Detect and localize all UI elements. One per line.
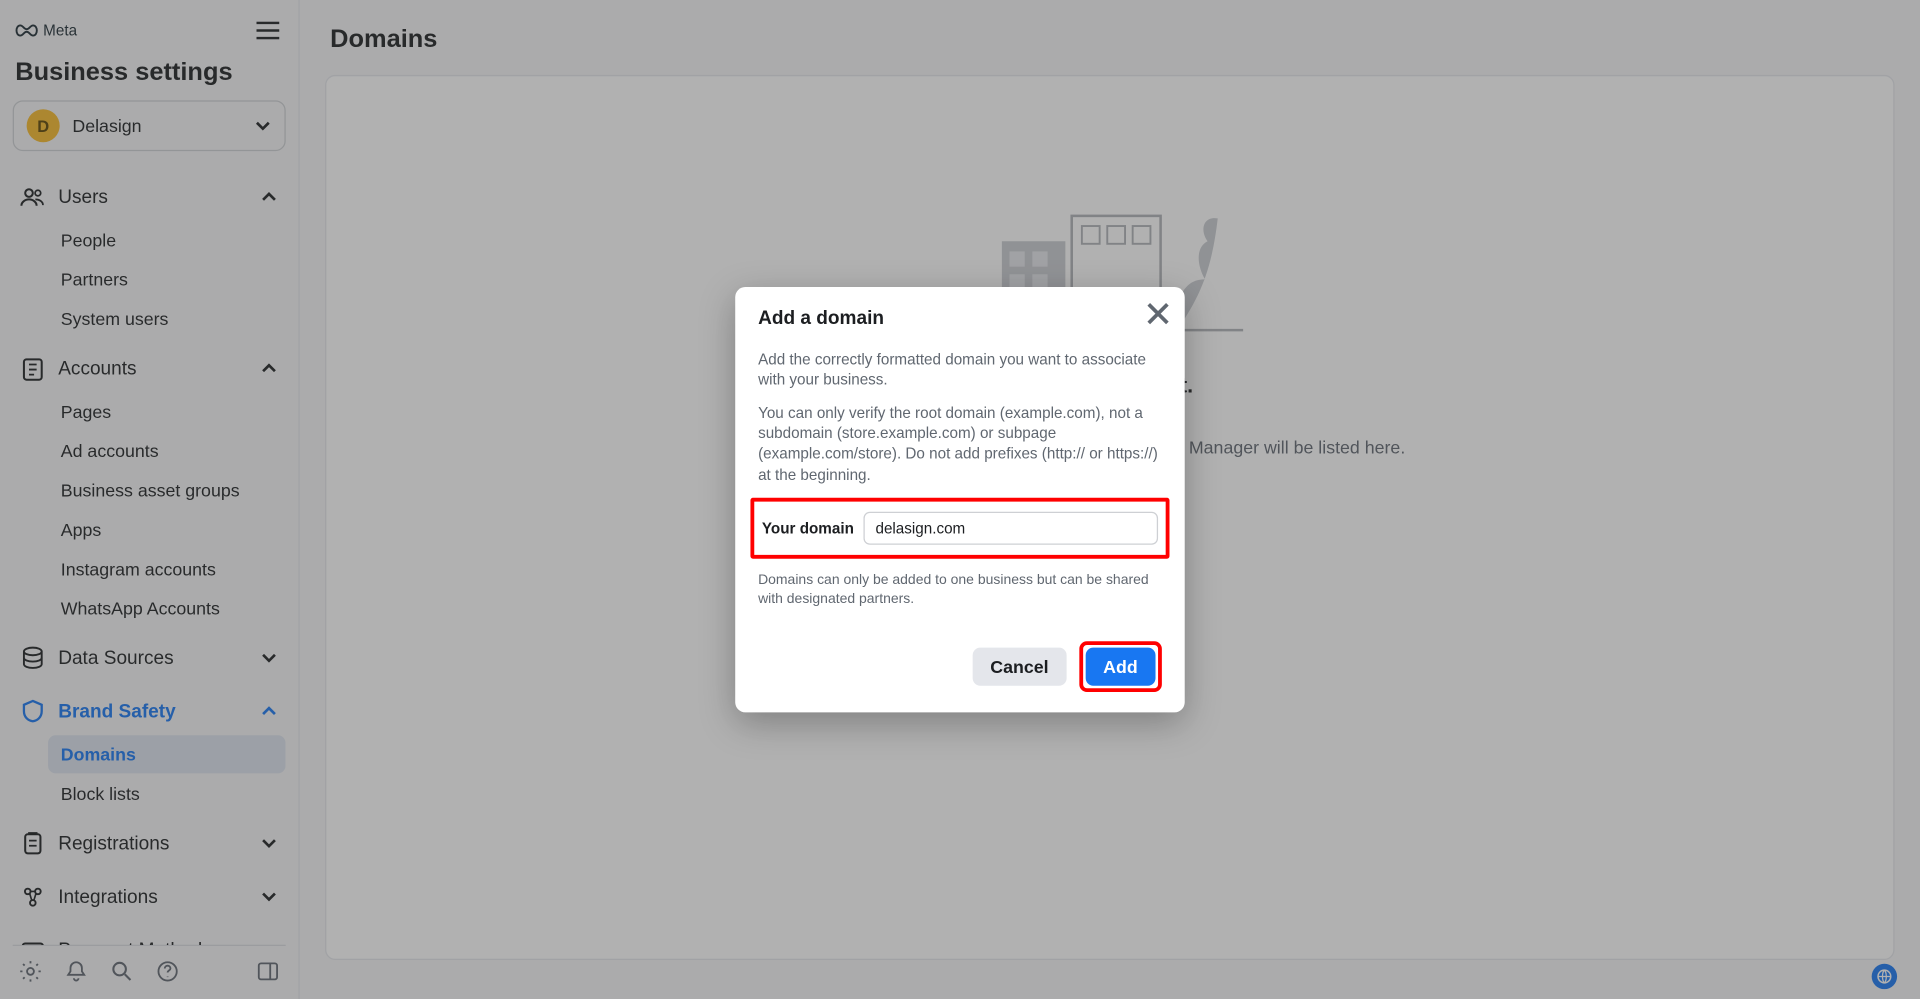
modal-title: Add a domain (758, 307, 1162, 329)
modal-overlay[interactable]: Add a domain Add the correctly formatted… (0, 0, 1920, 999)
domain-input[interactable] (864, 511, 1158, 544)
close-icon (1144, 299, 1172, 327)
modal-close-button[interactable] (1144, 299, 1172, 327)
modal-actions: Cancel Add (758, 642, 1162, 693)
modal-paragraph-3: Domains can only be added to one busines… (758, 571, 1162, 609)
add-domain-modal: Add a domain Add the correctly formatted… (735, 286, 1185, 712)
add-button-highlight: Add (1079, 642, 1162, 693)
modal-paragraph-1: Add the correctly formatted domain you w… (758, 349, 1162, 390)
cancel-button[interactable]: Cancel (972, 648, 1066, 686)
domain-field-highlight: Your domain (750, 497, 1169, 558)
modal-paragraph-2: You can only verify the root domain (exa… (758, 402, 1162, 484)
add-button[interactable]: Add (1085, 648, 1155, 686)
domain-field-label: Your domain (762, 519, 854, 537)
